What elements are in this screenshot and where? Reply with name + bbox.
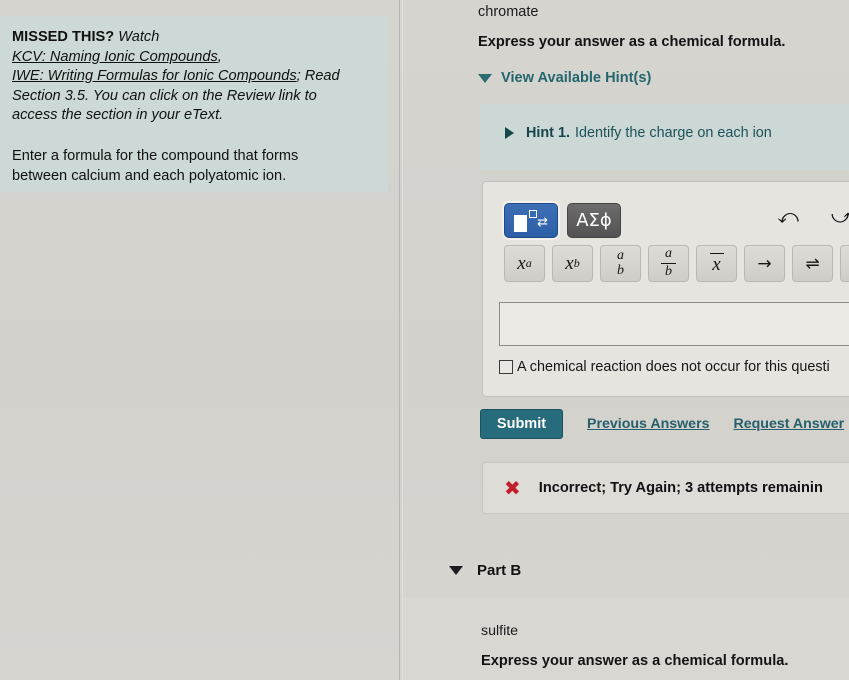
greek-symbols-button[interactable]: ΑΣϕ [567,203,621,238]
no-reaction-label: A chemical reaction does not occur for t… [517,359,830,375]
triangle-right-icon [505,127,514,139]
page-root: MISSED THIS? Watch KCV: Naming Ionic Com… [0,0,849,680]
question-prompt: Enter a formula for the compound that fo… [12,146,374,186]
kcv-link-line: KCV: Naming Ionic Compounds, [12,48,374,68]
equilibrium-arrow-button[interactable]: ⇌ [792,245,833,282]
no-reaction-checkbox-row[interactable]: A chemical reaction does not occur for t… [499,359,830,375]
submit-button[interactable]: Submit [480,409,563,439]
math-template-icon: ⇄ [514,209,548,232]
triangle-down-icon [478,73,492,83]
math-toolbar-row-2: xa xb ab ab x → ⇌ • [504,245,849,282]
read-section-line-3: access the section in your eText. [12,107,224,123]
column-divider [399,0,400,680]
iwe-writing-formulas-link[interactable]: IWE: Writing Formulas for Ionic Compound… [12,68,297,84]
hint-1-number: Hint 1. [526,125,570,141]
watch-label: Watch [118,29,160,45]
iwe-link-suffix: ; Read [296,68,340,84]
incorrect-feedback-text: Incorrect; Try Again; 3 attempts remaini… [538,480,823,496]
part-b-ion-name: sulfite [481,623,519,639]
subscript-button[interactable]: xb [552,245,593,282]
request-answer-link[interactable]: Request Answer [734,416,845,432]
part-a-express-instruction: Express your answer as a chemical formul… [478,34,786,50]
superscript-button[interactable]: xa [504,245,545,282]
red-x-icon: ✖ [504,476,521,500]
right-arrow-button[interactable]: → [744,245,785,282]
previous-answers-link[interactable]: Previous Answers [587,416,710,432]
part-b-body: sulfite Express your answer as a chemica… [403,598,849,680]
dot-button[interactable]: • [840,245,849,282]
answer-input[interactable] [499,302,849,346]
incorrect-feedback-banner: ✖ Incorrect; Try Again; 3 attempts remai… [482,462,849,514]
no-reaction-checkbox[interactable] [499,360,513,374]
iwe-link-line: IWE: Writing Formulas for Ionic Compound… [12,67,374,87]
triangle-down-icon [449,566,463,575]
kcv-naming-ionic-compounds-link[interactable]: KCV: Naming Ionic Compounds [12,49,218,65]
fraction-button[interactable]: ab [648,245,689,282]
math-toolbar-row-1: ⇄ ΑΣϕ [504,203,621,238]
read-section-line-2: Section 3.5. You can click on the Review… [12,87,317,104]
answer-entry-panel: ⇄ ΑΣϕ ⤺ ⤻ ↻ xa xb ab ab x [482,181,849,397]
kcv-link-suffix: , [217,48,222,65]
math-template-button[interactable]: ⇄ [504,203,558,238]
hint-box: Hint 1. Identify the charge on each ion [480,104,849,170]
overbar-button[interactable]: x [696,245,737,282]
part-a-column: chromate Express your answer as a chemic… [403,0,849,680]
view-available-hints-toggle[interactable]: View Available Hint(s) [478,70,651,86]
redo-arrow-icon[interactable]: ⤻ [831,206,849,226]
part-b-title: Part B [477,562,522,579]
missed-this-panel: MISSED THIS? Watch KCV: Naming Ionic Com… [0,16,388,192]
hint-1-row[interactable]: Hint 1. Identify the charge on each ion [505,125,772,141]
part-a-ion-name: chromate [478,4,539,20]
missed-this-heading: MISSED THIS? [12,29,115,45]
part-b-express-instruction: Express your answer as a chemical formul… [481,653,789,669]
question-prompt-line-2: between calcium and each polyatomic ion. [12,167,287,184]
part-b-header[interactable]: Part B [449,562,521,579]
undo-arrow-icon[interactable]: ⤺ [777,206,798,226]
question-prompt-line-1: Enter a formula for the compound that fo… [12,147,299,164]
stacked-ab-button[interactable]: ab [600,245,641,282]
missed-this-heading-line: MISSED THIS? Watch [12,28,374,48]
hint-1-text: Identify the charge on each ion [574,125,772,141]
view-available-hints-label: View Available Hint(s) [501,70,652,86]
submit-row: Submit Previous Answers Request Answer [480,409,844,439]
math-toolbar-actions: ⤺ ⤻ ↻ [777,206,849,226]
